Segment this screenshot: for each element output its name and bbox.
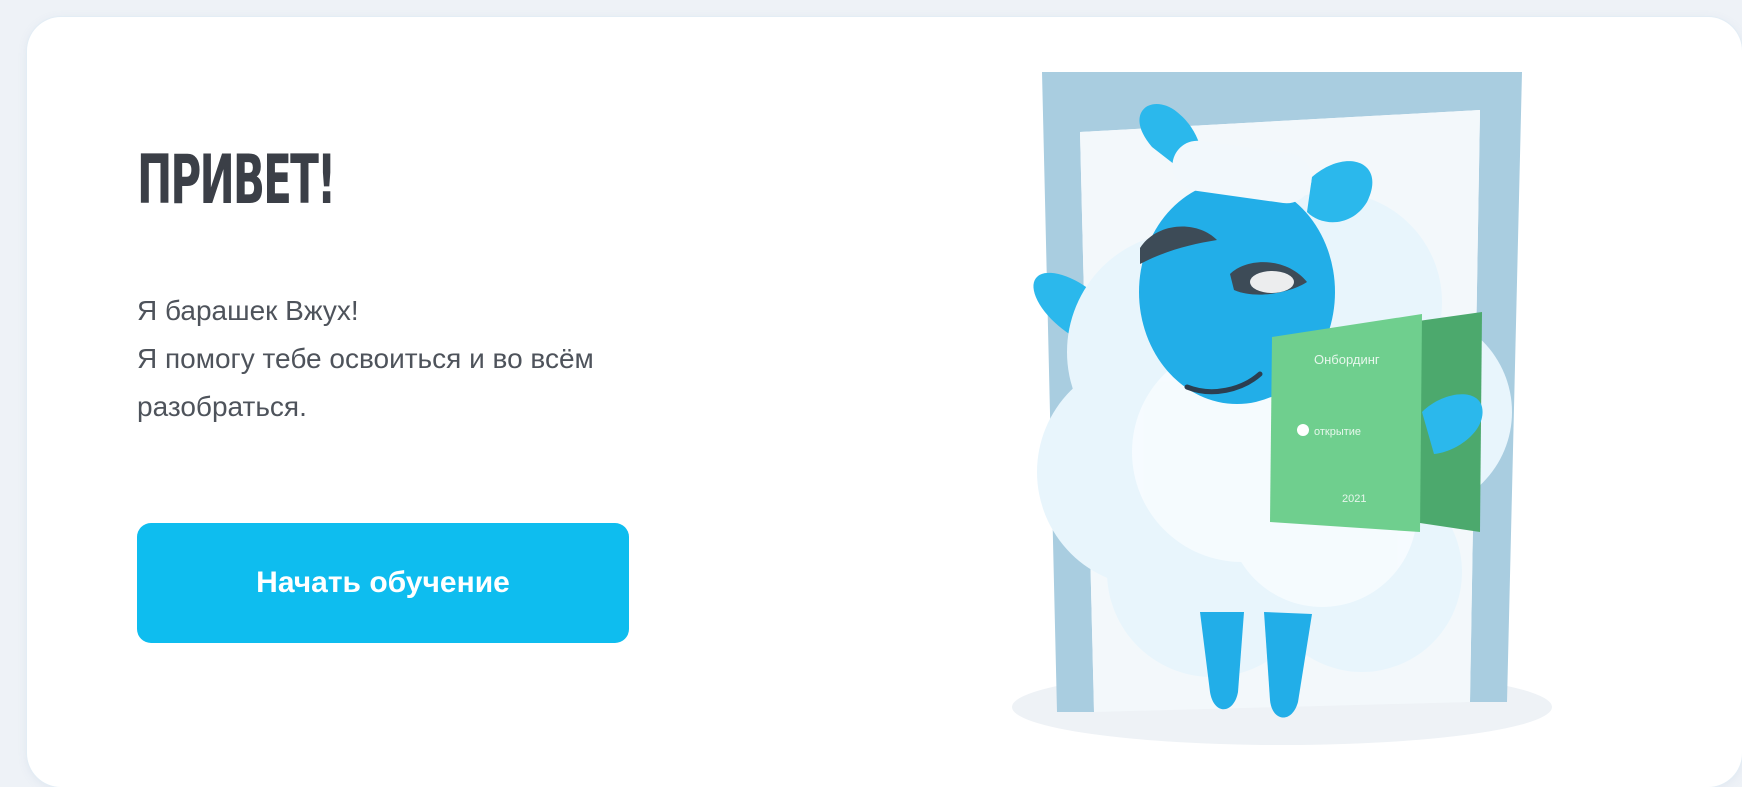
start-learning-button[interactable]: Начать обучение: [137, 523, 629, 643]
welcome-card: ПРИВЕТ! Я барашек Вжух! Я помогу тебе ос…: [27, 17, 1742, 787]
description-line-1: Я барашек Вжух!: [137, 295, 359, 326]
description-line-3: разобраться.: [137, 391, 307, 422]
book-brand: открытие: [1314, 426, 1361, 438]
welcome-title: ПРИВЕТ!: [137, 141, 336, 220]
book-year: 2021: [1342, 493, 1366, 505]
description-line-2: Я помогу тебе освоиться и во всём: [137, 343, 594, 374]
book-title: Онбординг: [1314, 352, 1380, 367]
sheep-mascot-illustration: Онбординг открытие 2021: [1012, 72, 1552, 745]
welcome-description: Я барашек Вжух! Я помогу тебе освоиться …: [137, 287, 837, 431]
